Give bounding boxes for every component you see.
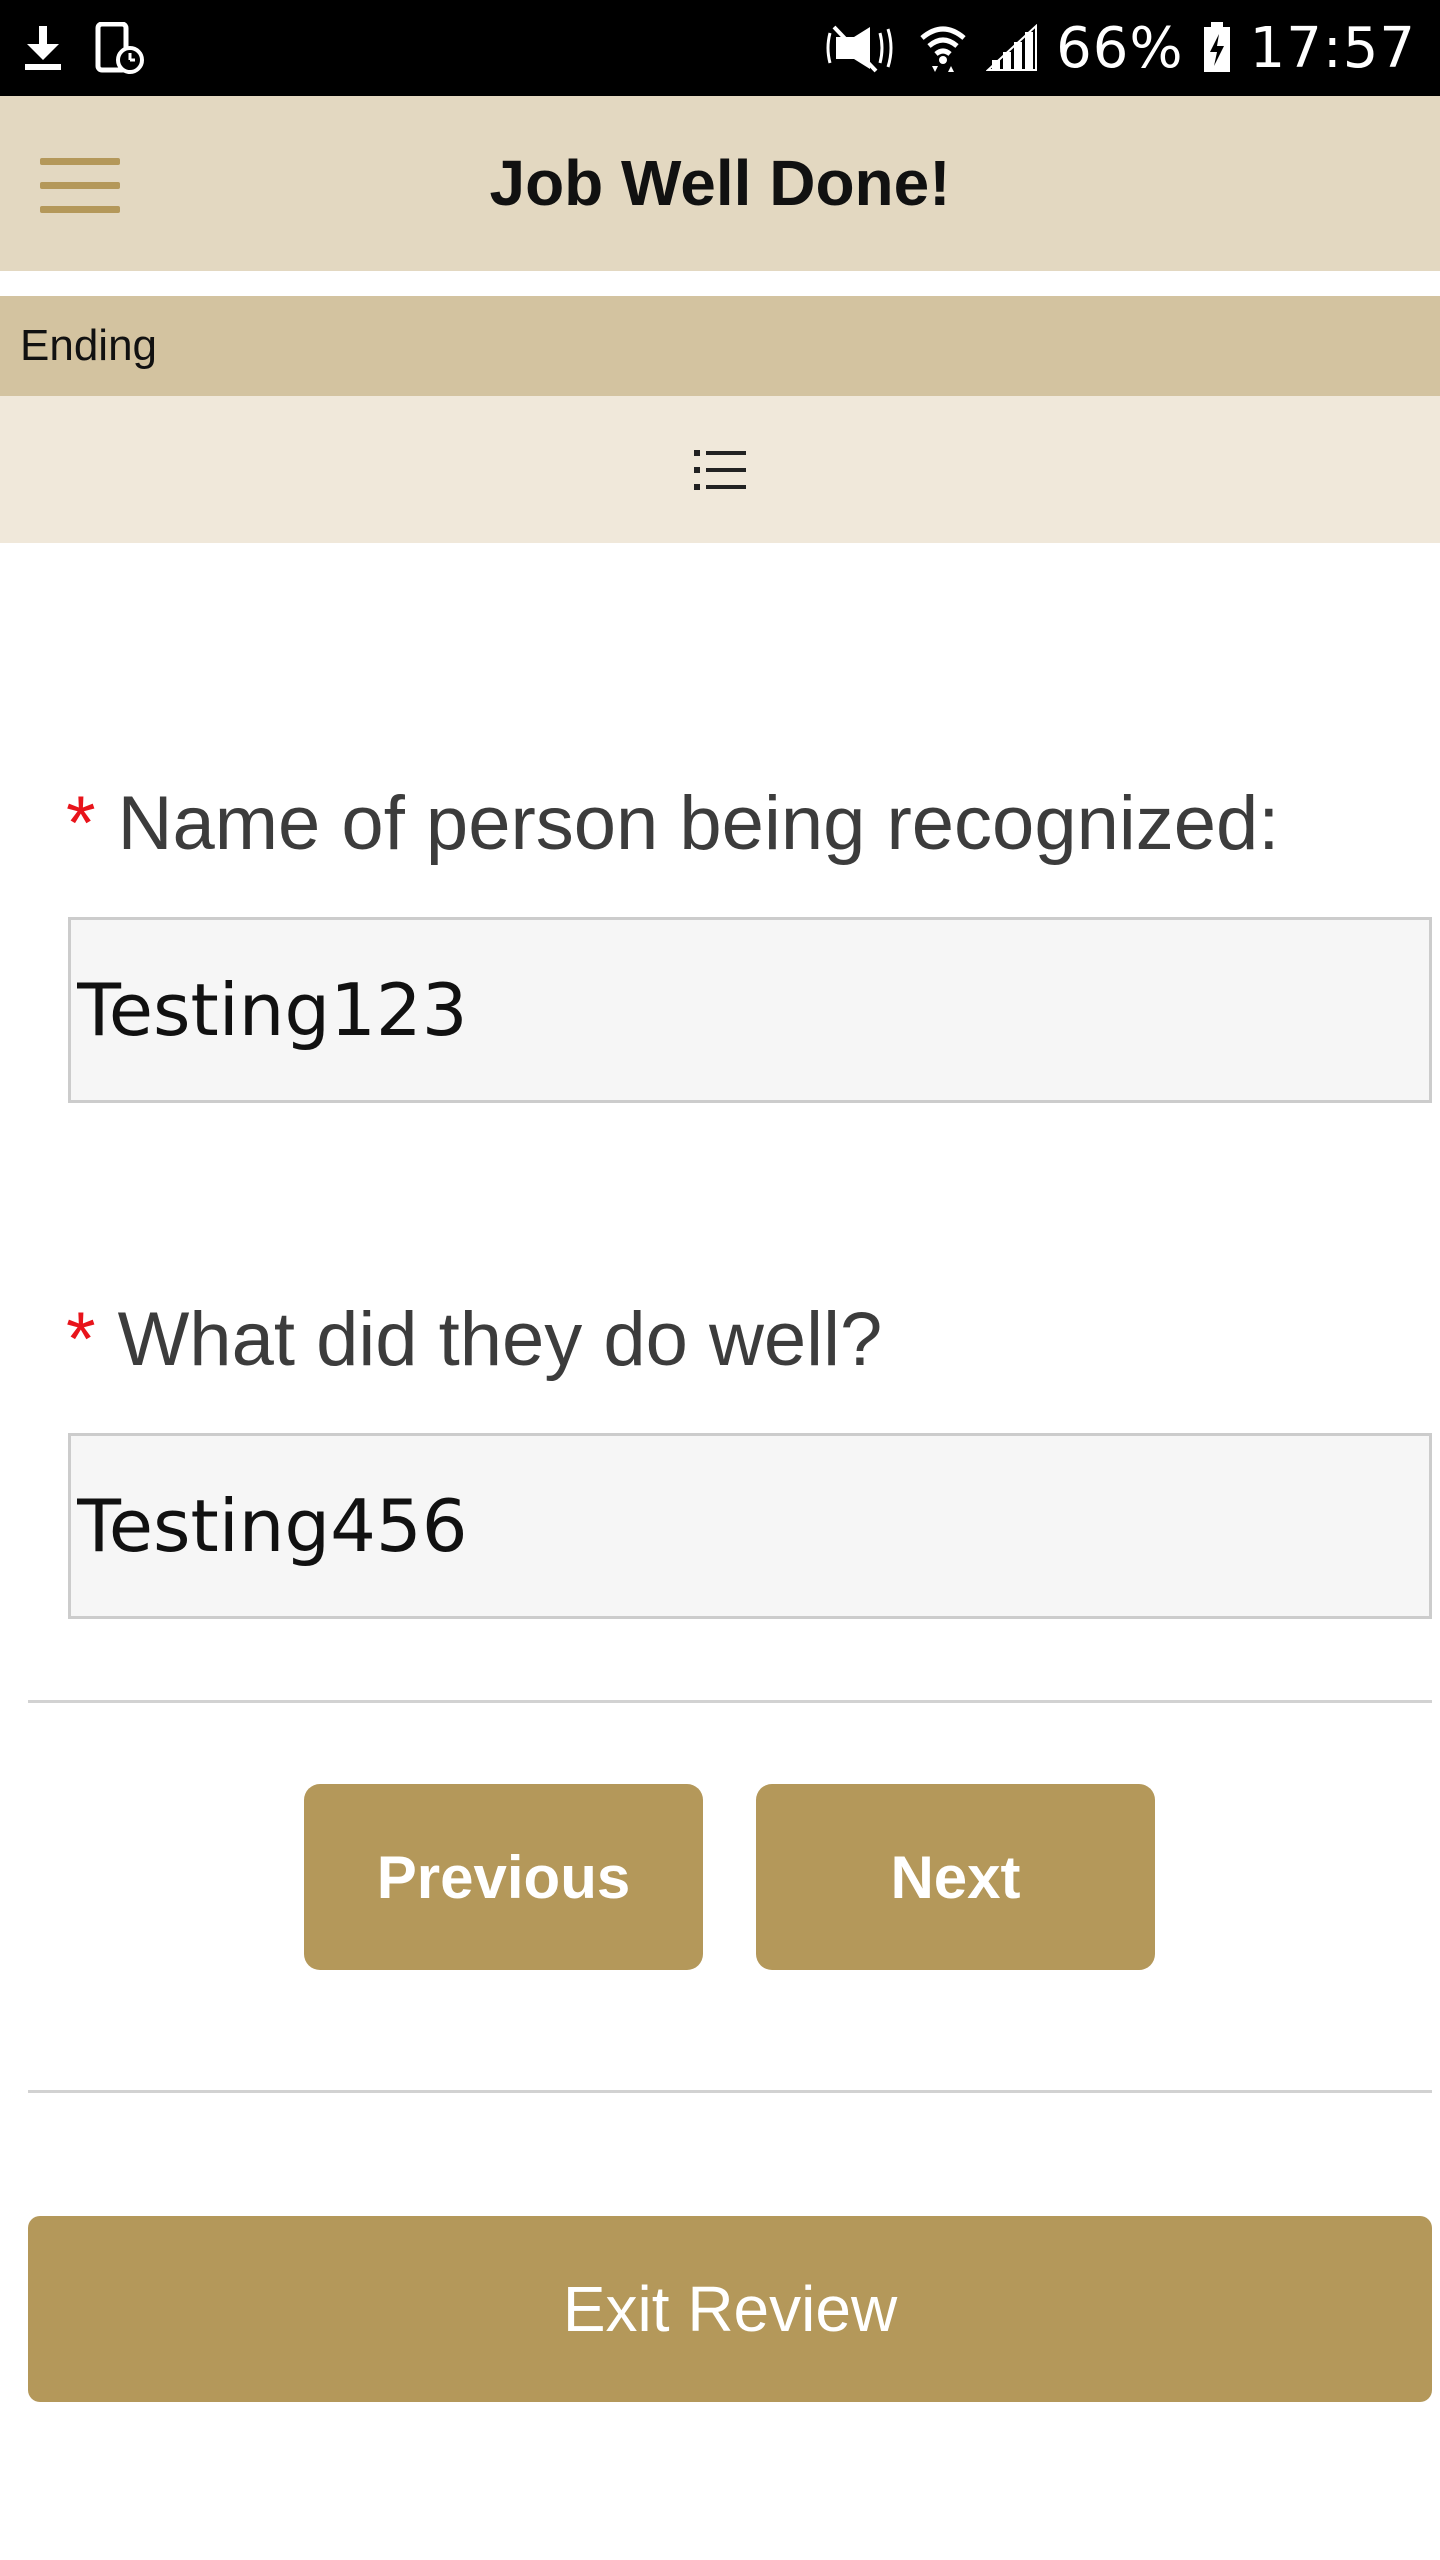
- page-title: Job Well Done!: [489, 147, 951, 219]
- list-icon[interactable]: [694, 446, 746, 494]
- status-right-icons: 66% 17:57: [826, 0, 1416, 96]
- app-header: Job Well Done!: [0, 96, 1440, 271]
- battery-icon: [1202, 22, 1232, 74]
- recognized-person-input[interactable]: [68, 917, 1432, 1103]
- wifi-icon: [918, 22, 968, 74]
- battery-percent: 66%: [1056, 15, 1184, 81]
- screenshot-icon: [94, 22, 144, 74]
- field-label-did-well: * What did they do well?: [66, 1296, 882, 1383]
- section-bar: Ending: [0, 296, 1440, 396]
- mute-icon: [826, 23, 900, 73]
- next-button[interactable]: Next: [756, 1784, 1155, 1970]
- status-left-icons: [22, 22, 144, 74]
- download-icon: [22, 24, 64, 72]
- divider: [28, 2090, 1432, 2093]
- field-label-name: * Name of person being recognized:: [66, 780, 1279, 867]
- required-marker: *: [66, 781, 96, 866]
- field-label-did-well-text: What did they do well?: [117, 1297, 883, 1382]
- signal-icon: [986, 24, 1038, 72]
- previous-button[interactable]: Previous: [304, 1784, 703, 1970]
- field-label-name-text: Name of person being recognized:: [117, 781, 1280, 866]
- status-bar: 66% 17:57: [0, 0, 1440, 96]
- section-label: Ending: [20, 321, 158, 370]
- exit-review-button[interactable]: Exit Review: [28, 2216, 1432, 2402]
- toc-bar: [0, 396, 1440, 543]
- required-marker: *: [66, 1297, 96, 1382]
- divider: [28, 1700, 1432, 1703]
- did-well-input[interactable]: [68, 1433, 1432, 1619]
- clock: 17:57: [1249, 15, 1416, 81]
